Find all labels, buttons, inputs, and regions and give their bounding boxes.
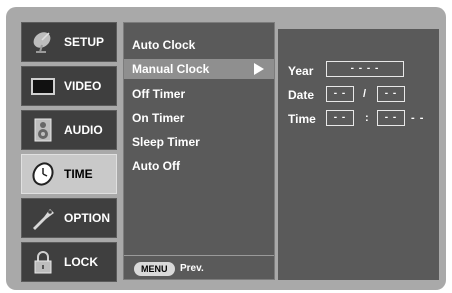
date-label: Date bbox=[288, 88, 315, 102]
day-field[interactable]: - - bbox=[377, 86, 405, 102]
menu-key-badge[interactable]: MENU bbox=[134, 262, 175, 276]
menu-item-label: Manual Clock bbox=[132, 62, 210, 76]
ampm-field[interactable]: - - bbox=[411, 112, 424, 124]
nav-setup[interactable]: SETUP bbox=[21, 22, 117, 62]
clock-icon bbox=[28, 159, 58, 189]
speaker-icon bbox=[28, 115, 58, 145]
menu-item-off-timer[interactable]: Off Timer bbox=[132, 87, 185, 101]
nav-label: SETUP bbox=[64, 35, 105, 49]
prev-label: Prev. bbox=[180, 263, 204, 274]
date-separator: / bbox=[363, 88, 367, 100]
year-field[interactable]: - - - - bbox=[326, 61, 404, 77]
nav-label: OPTION bbox=[64, 211, 111, 225]
time-submenu: Auto Clock Manual Clock Off Timer On Tim… bbox=[123, 22, 275, 280]
menu-item-sleep-timer[interactable]: Sleep Timer bbox=[132, 135, 200, 149]
satellite-dish-icon bbox=[28, 27, 58, 57]
time-separator: : bbox=[365, 112, 369, 124]
nav-time[interactable]: TIME bbox=[21, 154, 117, 194]
padlock-icon bbox=[28, 247, 58, 277]
minute-field[interactable]: - - bbox=[377, 110, 405, 126]
nav-video[interactable]: VIDEO bbox=[21, 66, 117, 106]
time-label: Time bbox=[288, 112, 316, 126]
category-menu: SETUP VIDEO AUDIO TIME OPTION LOCK bbox=[21, 22, 117, 282]
footer-divider bbox=[124, 255, 274, 256]
tag-icon bbox=[28, 203, 58, 233]
nav-lock[interactable]: LOCK bbox=[21, 242, 117, 282]
menu-item-auto-clock[interactable]: Auto Clock bbox=[132, 38, 195, 52]
arrow-right-icon bbox=[254, 63, 264, 75]
nav-label: TIME bbox=[64, 167, 93, 181]
nav-option[interactable]: OPTION bbox=[21, 198, 117, 238]
year-label: Year bbox=[288, 64, 314, 78]
hour-field[interactable]: - - bbox=[326, 110, 354, 126]
menu-item-manual-clock[interactable]: Manual Clock bbox=[124, 59, 274, 79]
nav-label: AUDIO bbox=[64, 123, 103, 137]
nav-audio[interactable]: AUDIO bbox=[21, 110, 117, 150]
nav-label: VIDEO bbox=[64, 79, 102, 93]
month-field[interactable]: - - bbox=[326, 86, 354, 102]
menu-item-on-timer[interactable]: On Timer bbox=[132, 111, 184, 125]
nav-label: LOCK bbox=[64, 255, 98, 269]
menu-item-auto-off[interactable]: Auto Off bbox=[132, 159, 180, 173]
manual-clock-panel: Year - - - - Date - - / - - Time - - : -… bbox=[278, 29, 439, 280]
tv-screen-icon bbox=[28, 71, 58, 101]
